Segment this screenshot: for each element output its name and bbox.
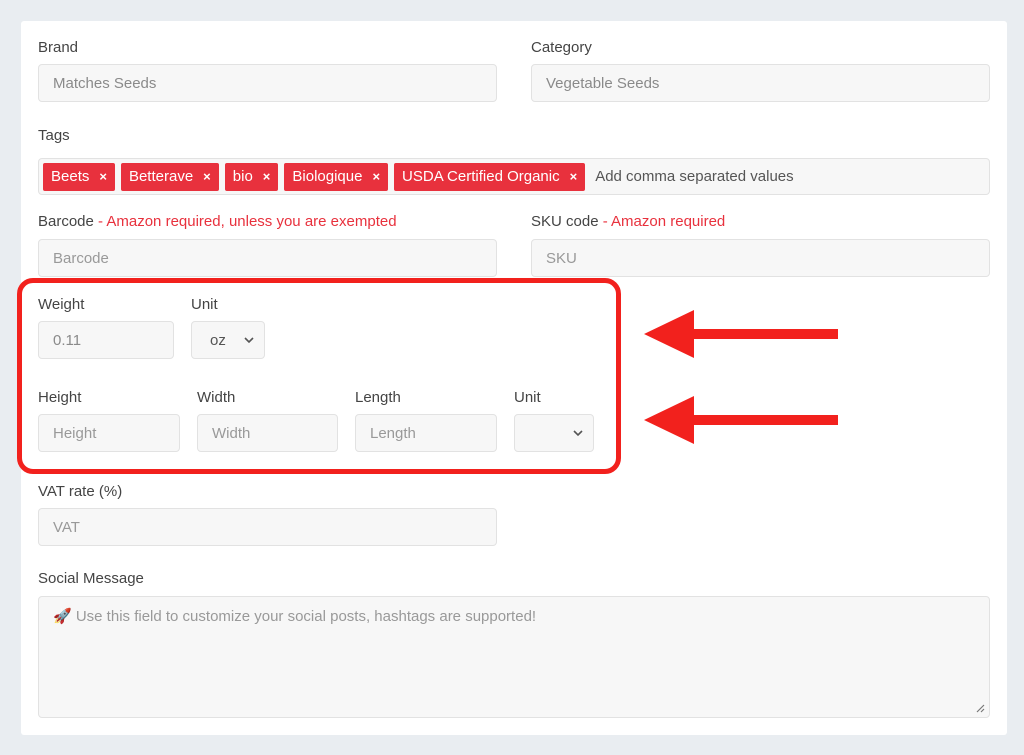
tag-chip: bio ×: [224, 162, 279, 191]
sku-input[interactable]: SKU: [531, 239, 990, 277]
tags-field[interactable]: Beets × Betterave × bio × Biologique × USDA …: [38, 158, 990, 195]
barcode-label: Barcode - Amazon required, unless you ar…: [38, 213, 397, 230]
tag-chip: Betterave ×: [120, 162, 219, 191]
category-field[interactable]: Vegetable Seeds: [531, 64, 990, 102]
arrow-left-icon: [644, 310, 838, 358]
tag-chip-label: bio: [232, 168, 253, 185]
tag-remove-icon[interactable]: ×: [570, 169, 578, 184]
tag-remove-icon[interactable]: ×: [263, 169, 271, 184]
tag-chip: USDA Certified Organic ×: [394, 162, 586, 191]
barcode-required-note: - Amazon required, unless you are exempt…: [93, 213, 397, 230]
sku-required-note: - Amazon required: [598, 213, 726, 230]
social-message-placeholder: 🚀 Use this field to customize your socia…: [53, 608, 537, 625]
arrow-left-icon: [644, 396, 838, 444]
barcode-input[interactable]: Barcode: [38, 239, 497, 277]
highlight-box: [17, 278, 621, 474]
tag-chip: Beets ×: [43, 162, 115, 191]
tag-remove-icon[interactable]: ×: [99, 169, 107, 184]
tags-label: Tags: [38, 127, 70, 144]
brand-field[interactable]: Matches Seeds: [38, 64, 497, 102]
tags-input[interactable]: Add comma separated values: [595, 168, 793, 185]
tag-chip: Biologique ×: [284, 162, 389, 191]
tag-remove-icon[interactable]: ×: [372, 169, 380, 184]
vat-input[interactable]: VAT: [38, 508, 497, 546]
sku-label-text: SKU code: [531, 213, 599, 230]
barcode-label-text: Barcode: [38, 213, 94, 230]
brand-label: Brand: [38, 39, 79, 56]
tag-remove-icon[interactable]: ×: [203, 169, 211, 184]
tag-chip-label: Betterave: [128, 168, 194, 185]
tag-chip-label: USDA Certified Organic: [402, 168, 560, 185]
resize-handle-icon[interactable]: [975, 703, 985, 713]
vat-label: VAT rate (%): [38, 483, 123, 500]
tag-chip-label: Beets: [51, 168, 90, 185]
tag-chip-label: Biologique: [292, 168, 363, 185]
category-label: Category: [531, 39, 592, 56]
sku-label: SKU code - Amazon required: [531, 213, 725, 230]
social-message-label: Social Message: [38, 570, 144, 587]
social-message-textarea[interactable]: 🚀 Use this field to customize your socia…: [38, 596, 990, 718]
